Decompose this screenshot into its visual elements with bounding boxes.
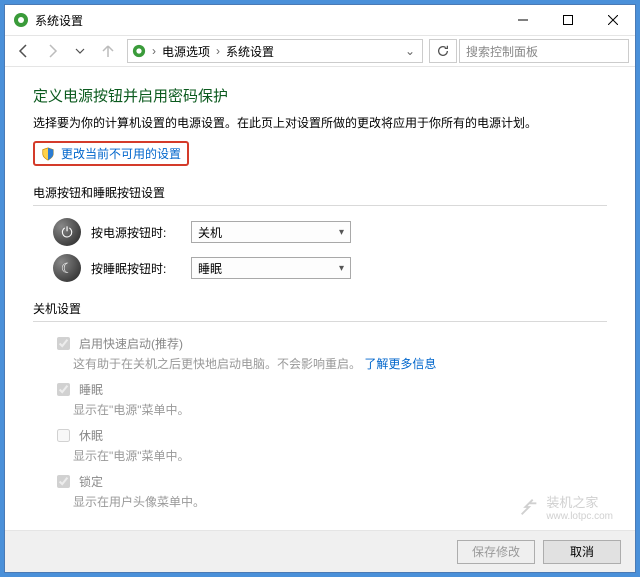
minimize-button[interactable] [500,5,545,35]
section-shutdown-settings: 关机设置 [33,300,607,317]
chevron-down-icon: ▾ [339,227,344,238]
nav-bar: › 电源选项 › 系统设置 ⌄ 搜索控制面板 [5,35,635,67]
lock-checkbox[interactable]: 锁定 [53,472,607,491]
window-title: 系统设置 [35,12,500,29]
change-unavailable-settings-link[interactable]: 更改当前不可用的设置 [33,141,189,166]
sleep-input [57,383,70,396]
sleep-checkbox[interactable]: 睡眠 [53,380,607,399]
sleep-button-select[interactable]: 睡眠 ▾ [191,257,351,279]
save-button[interactable]: 保存修改 [457,540,535,564]
search-placeholder: 搜索控制面板 [466,43,538,60]
sleep-desc: 显示在"电源"菜单中。 [73,401,607,418]
refresh-button[interactable] [429,39,457,63]
lock-label: 锁定 [79,473,103,490]
address-bar[interactable]: › 电源选项 › 系统设置 ⌄ [127,39,423,63]
location-icon [132,44,146,58]
change-unavailable-settings-label: 更改当前不可用的设置 [61,145,181,162]
learn-more-link[interactable]: 了解更多信息 [364,357,436,371]
back-button[interactable] [11,38,37,64]
cancel-button[interactable]: 取消 [543,540,621,564]
close-button[interactable] [590,5,635,35]
power-button-label: 按电源按钮时: [91,224,181,241]
page-heading: 定义电源按钮并启用密码保护 [33,85,607,106]
footer: 保存修改 取消 [5,530,635,572]
breadcrumb-sep: › [152,44,156,58]
breadcrumb-sep: › [216,44,220,58]
lock-desc: 显示在用户头像菜单中。 [73,493,607,510]
chevron-down-icon: ▾ [339,263,344,274]
content-area: 定义电源按钮并启用密码保护 选择要为你的计算机设置的电源设置。在此页上对设置所做… [5,67,635,530]
maximize-button[interactable] [545,5,590,35]
section-button-settings: 电源按钮和睡眠按钮设置 [33,184,607,201]
sleep-button-row: ☾ 按睡眠按钮时: 睡眠 ▾ [53,254,607,282]
app-icon [13,12,29,28]
hibernate-checkbox[interactable]: 休眠 [53,426,607,445]
power-button-row: ⏻ 按电源按钮时: 关机 ▾ [53,218,607,246]
breadcrumb-system-settings[interactable]: 系统设置 [226,43,274,60]
sleep-button-label: 按睡眠按钮时: [91,260,181,277]
fast-startup-desc: 这有助于在关机之后更快地启动电脑。不会影响重启。 了解更多信息 [73,355,607,372]
sleep-icon: ☾ [53,254,81,282]
power-button-value: 关机 [198,224,222,241]
power-icon: ⏻ [53,218,81,246]
power-button-select[interactable]: 关机 ▾ [191,221,351,243]
shield-icon [41,147,55,161]
chevron-down-icon[interactable]: ⌄ [402,44,418,58]
sleep-button-value: 睡眠 [198,260,222,277]
search-input[interactable]: 搜索控制面板 [459,39,629,63]
window: 系统设置 › 电源选项 › 系统设置 ⌄ 搜索控制面板 定义电源按钮并启用密码保… [4,4,636,573]
titlebar: 系统设置 [5,5,635,35]
hibernate-label: 休眠 [79,427,103,444]
forward-button[interactable] [39,38,65,64]
hibernate-input [57,429,70,442]
divider [33,205,607,206]
lock-input [57,475,70,488]
fast-startup-checkbox[interactable]: 启用快速启动(推荐) [53,334,607,353]
page-description: 选择要为你的计算机设置的电源设置。在此页上对设置所做的更改将应用于你所有的电源计… [33,114,607,131]
divider [33,321,607,322]
fast-startup-input [57,337,70,350]
hibernate-desc: 显示在"电源"菜单中。 [73,447,607,464]
up-button[interactable] [95,38,121,64]
fast-startup-label: 启用快速启动(推荐) [79,335,183,352]
breadcrumb-power-options[interactable]: 电源选项 [162,43,210,60]
sleep-label: 睡眠 [79,381,103,398]
history-dropdown[interactable] [67,38,93,64]
